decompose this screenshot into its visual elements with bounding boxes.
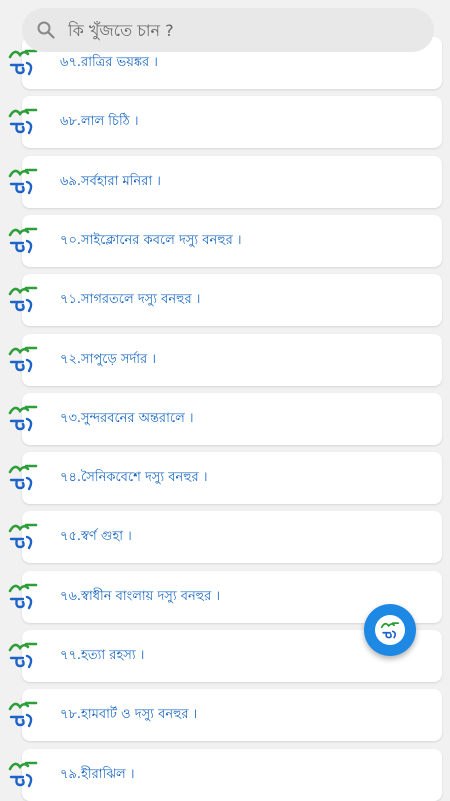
book-title: ৭৯.হীরাঝিল ।: [60, 766, 135, 782]
book-logo-icon: [8, 286, 38, 313]
book-logo-icon: [8, 701, 38, 728]
book-title: ৭৮.হামবার্ট ও দস্যু বনহুর ।: [60, 707, 198, 723]
book-logo-icon: [8, 49, 38, 76]
list-item[interactable]: ৬৮.লাল চিঠি ।: [0, 96, 450, 149]
list-item[interactable]: ৭৮.হামবার্ট ও দস্যু বনহুর ।: [0, 689, 450, 742]
list-item[interactable]: ৭৯.হীরাঝিল ।: [0, 748, 450, 801]
floating-action-button[interactable]: [364, 604, 416, 656]
list-item[interactable]: ৭১.সাগরতলে দস্যু বনহুর ।: [0, 274, 450, 327]
book-title: ৭১.সাগরতলে দস্যু বনহুর ।: [60, 292, 201, 308]
search-icon: [37, 21, 55, 39]
search-input[interactable]: [66, 19, 390, 41]
book-title: ৬৮.লাল চিঠি ।: [60, 114, 139, 130]
book-logo-icon: [8, 108, 38, 135]
book-logo-icon: [8, 583, 38, 609]
app-logo-icon: [375, 615, 405, 645]
book-logo-icon: [8, 346, 38, 372]
book-title: ৭৬.স্বাধীন বাংলায় দস্যু বনহুর ।: [60, 588, 221, 604]
book-logo-icon: [8, 168, 38, 194]
book-logo-icon: [8, 524, 38, 550]
list-item[interactable]: ৭৩.সুন্দরবনের অন্তরালে ।: [0, 392, 450, 445]
book-title: ৭২.সাপুড়ে সর্দার ।: [60, 351, 156, 367]
book-logo-icon: [8, 761, 38, 787]
list-item[interactable]: ৭২.সাপুড়ে সর্দার ।: [0, 333, 450, 386]
book-title: ৭৪.সৈনিকবেশে দস্যু বনহুর ।: [60, 470, 208, 486]
book-title: ৭৫.স্বর্ণ গুহা ।: [60, 529, 132, 545]
list-item[interactable]: ৭০.সাইক্লোনের কবলে দস্যু বনহুর ।: [0, 214, 450, 267]
book-title: ৭০.সাইক্লোনের কবলে দস্যু বনহুর ।: [60, 232, 242, 248]
book-title: ৬৯.সর্বহারা মনিরা ।: [60, 173, 161, 189]
list-item[interactable]: ৭৪.সৈনিকবেশে দস্যু বনহুর ।: [0, 452, 450, 505]
book-logo-icon: [8, 642, 38, 669]
book-title: ৭৭.হত্যা রহস্য ।: [60, 648, 145, 663]
list-item[interactable]: ৬৯.সর্বহারা মনিরা ।: [0, 155, 450, 208]
search-bar[interactable]: [22, 8, 434, 52]
book-logo-icon: [8, 405, 38, 431]
book-title: ৭৩.সুন্দরবনের অন্তরালে ।: [60, 410, 194, 426]
list-item[interactable]: ৭৫.স্বর্ণ গুহা ।: [0, 511, 450, 564]
book-logo-icon: [8, 464, 38, 491]
book-logo-icon: [8, 227, 38, 254]
